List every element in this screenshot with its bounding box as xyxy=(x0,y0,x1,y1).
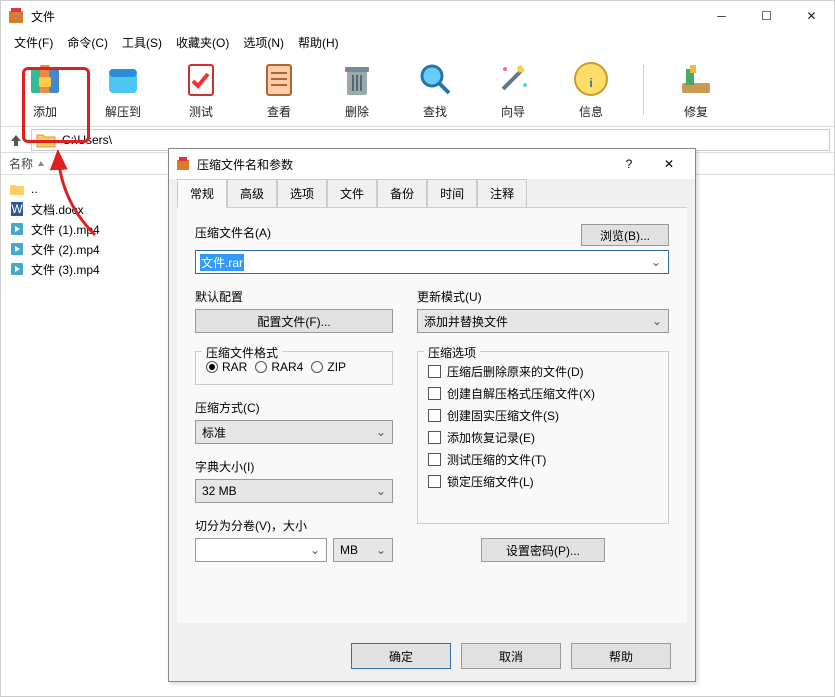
toolbar-repair[interactable]: 修复 xyxy=(670,59,722,120)
check-sfx[interactable]: 创建自解压格式压缩文件(X) xyxy=(428,382,658,404)
toolbar-extract[interactable]: 解压到 xyxy=(97,59,149,120)
cancel-button[interactable]: 取消 xyxy=(461,643,561,669)
chevron-down-icon: ⌄ xyxy=(310,543,320,557)
toolbar-info[interactable]: i 信息 xyxy=(565,59,617,120)
split-label: 切分为分卷(V)，大小 xyxy=(195,517,393,534)
maximize-button[interactable]: ☐ xyxy=(744,1,789,31)
default-profile-label: 默认配置 xyxy=(195,288,393,305)
menu-fav[interactable]: 收藏夹(O) xyxy=(169,32,236,53)
up-arrow-icon xyxy=(9,133,23,147)
toolbar-delete[interactable]: 删除 xyxy=(331,59,383,120)
folder-up-icon xyxy=(9,181,25,197)
toolbar-view[interactable]: 查看 xyxy=(253,59,305,120)
tab-time[interactable]: 时间 xyxy=(427,179,477,207)
arrow-annotation xyxy=(40,140,120,240)
mp4-icon xyxy=(9,261,25,277)
window-title: 文件 xyxy=(31,8,55,25)
titlebar: 文件 ─ ☐ ✕ xyxy=(1,1,834,31)
chevron-down-icon: ⌄ xyxy=(376,543,386,557)
close-button[interactable]: ✕ xyxy=(789,1,834,31)
tab-body: 压缩文件名(A) 浏览(B)... 文件.rar ⌄ 默认配置 配置文件(F).… xyxy=(177,207,687,623)
chevron-down-icon[interactable]: ⌄ xyxy=(648,255,664,269)
tab-option[interactable]: 选项 xyxy=(277,179,327,207)
tab-advanced[interactable]: 高级 xyxy=(227,179,277,207)
menu-opt[interactable]: 选项(N) xyxy=(236,32,291,53)
dialog-buttons: 确定 取消 帮助 xyxy=(169,631,695,681)
radio-rar4[interactable]: RAR4 xyxy=(255,360,303,374)
filename-value: 文件.rar xyxy=(200,254,244,271)
dialog-titlebar: 压缩文件名和参数 ? ✕ xyxy=(169,149,695,179)
method-select[interactable]: 标准⌄ xyxy=(195,420,393,444)
split-unit-select[interactable]: MB⌄ xyxy=(333,538,393,562)
tab-general[interactable]: 常规 xyxy=(177,179,227,208)
update-mode-select[interactable]: 添加并替换文件⌄ xyxy=(417,309,669,333)
menu-help[interactable]: 帮助(H) xyxy=(291,32,346,53)
mp4-icon xyxy=(9,221,25,237)
toolbar-test[interactable]: 测试 xyxy=(175,59,227,120)
mp4-icon xyxy=(9,241,25,257)
check-solid[interactable]: 创建固实压缩文件(S) xyxy=(428,404,658,426)
delete-icon xyxy=(337,59,377,99)
method-label: 压缩方式(C) xyxy=(195,399,393,416)
dict-label: 字典大小(I) xyxy=(195,458,393,475)
app-icon xyxy=(7,7,25,25)
menu-cmd[interactable]: 命令(C) xyxy=(60,32,115,53)
dict-select[interactable]: 32 MB⌄ xyxy=(195,479,393,503)
highlight-box xyxy=(22,67,90,143)
radio-zip[interactable]: ZIP xyxy=(311,360,346,374)
check-lock[interactable]: 锁定压缩文件(L) xyxy=(428,470,658,492)
find-icon xyxy=(415,59,455,99)
profiles-button[interactable]: 配置文件(F)... xyxy=(195,309,393,333)
browse-button[interactable]: 浏览(B)... xyxy=(581,224,669,246)
view-icon xyxy=(259,59,299,99)
format-label: 压缩文件格式 xyxy=(202,344,282,361)
set-password-button[interactable]: 设置密码(P)... xyxy=(481,538,605,562)
repair-icon xyxy=(676,59,716,99)
toolbar: 添加 解压到 测试 查看 删除 查找 向导 i 信息 xyxy=(1,53,834,127)
update-mode-label: 更新模式(U) xyxy=(417,288,669,305)
minimize-button[interactable]: ─ xyxy=(699,1,744,31)
check-delete-after[interactable]: 压缩后删除原来的文件(D) xyxy=(428,360,658,382)
toolbar-wizard[interactable]: 向导 xyxy=(487,59,539,120)
ok-button[interactable]: 确定 xyxy=(351,643,451,669)
menu-tool[interactable]: 工具(S) xyxy=(115,32,169,53)
toolbar-find[interactable]: 查找 xyxy=(409,59,461,120)
extract-icon xyxy=(103,59,143,99)
dialog-title: 压缩文件名和参数 xyxy=(197,156,293,173)
svg-text:W: W xyxy=(11,202,23,216)
app-icon xyxy=(175,156,191,172)
svg-text:i: i xyxy=(589,76,592,90)
docx-icon: W xyxy=(9,201,25,217)
tabstrip: 常规 高级 选项 文件 备份 时间 注释 xyxy=(169,179,695,207)
check-recovery[interactable]: 添加恢复记录(E) xyxy=(428,426,658,448)
chevron-down-icon: ⌄ xyxy=(376,425,386,439)
chevron-down-icon: ⌄ xyxy=(376,484,386,498)
filename-input[interactable]: 文件.rar ⌄ xyxy=(195,250,669,274)
filename-label: 压缩文件名(A) xyxy=(195,224,271,241)
dialog-help-button[interactable]: ? xyxy=(609,149,649,179)
dialog-archive-params: 压缩文件名和参数 ? ✕ 常规 高级 选项 文件 备份 时间 注释 压缩文件名(… xyxy=(168,148,696,682)
tab-backup[interactable]: 备份 xyxy=(377,179,427,207)
menu-file[interactable]: 文件(F) xyxy=(7,32,60,53)
radio-rar[interactable]: RAR xyxy=(206,360,247,374)
wizard-icon xyxy=(493,59,533,99)
chevron-down-icon: ⌄ xyxy=(652,314,662,328)
dialog-close-button[interactable]: ✕ xyxy=(649,149,689,179)
test-icon xyxy=(181,59,221,99)
check-test[interactable]: 测试压缩的文件(T) xyxy=(428,448,658,470)
help-button[interactable]: 帮助 xyxy=(571,643,671,669)
split-size-input[interactable]: ⌄ xyxy=(195,538,327,562)
info-icon: i xyxy=(571,59,611,99)
menubar: 文件(F) 命令(C) 工具(S) 收藏夹(O) 选项(N) 帮助(H) xyxy=(1,31,834,53)
options-label: 压缩选项 xyxy=(424,344,480,361)
tab-comment[interactable]: 注释 xyxy=(477,179,527,207)
tab-file[interactable]: 文件 xyxy=(327,179,377,207)
